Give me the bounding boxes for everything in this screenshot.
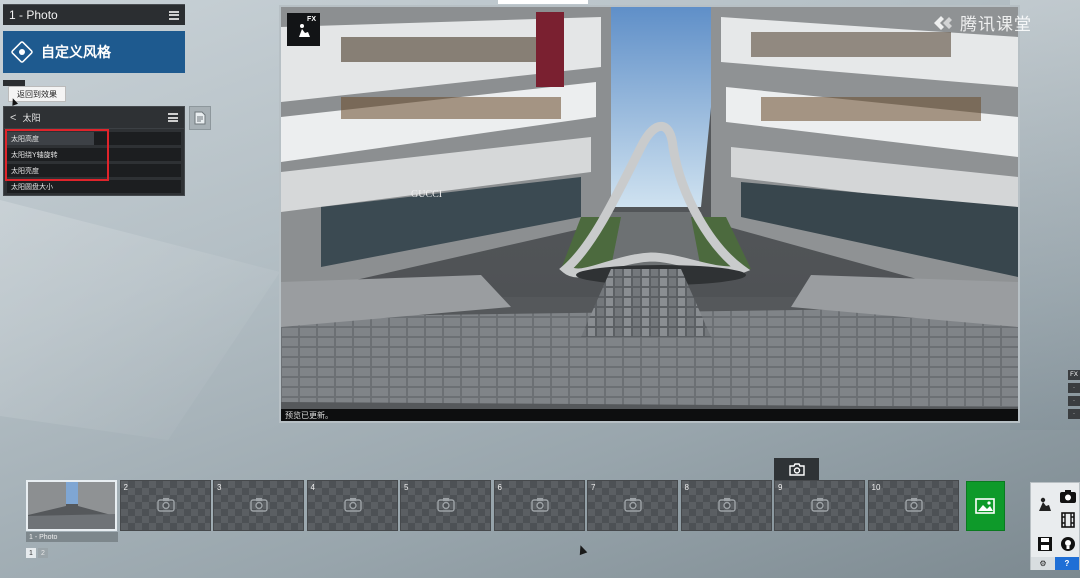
camera-placeholder-icon (811, 497, 829, 517)
gallery-button[interactable] (966, 481, 1005, 531)
settings-gear-icon[interactable]: ⚙ (1031, 557, 1055, 570)
hamburger-menu-icon[interactable] (169, 10, 179, 20)
slot-number: 10 (871, 483, 881, 492)
sun-slider-row[interactable]: 太阳圆盘大小 (7, 180, 181, 193)
sun-slider-row[interactable]: 太阳高度 (7, 132, 181, 145)
sun-slider-label: 太阳绕Y轴旋转 (11, 151, 58, 159)
filmstrip-pager: 1 2 (26, 548, 50, 558)
slot-number: 3 (217, 483, 222, 492)
photo-panel-header[interactable]: 1 - Photo (3, 4, 185, 25)
edge-button[interactable]: · (1068, 409, 1080, 419)
sun-slider-label: 太阳高度 (11, 135, 39, 143)
camera-placeholder-icon (156, 497, 175, 517)
filmstrip-slot[interactable]: 9 (774, 480, 865, 531)
sun-slider-label: 太阳圆盘大小 (11, 183, 53, 191)
filmstrip: 2 3 4 5 6 7 8 9 10 (26, 480, 961, 532)
camera-placeholder-icon (530, 497, 549, 517)
scene-render: GUCCI (281, 7, 1018, 421)
mouse-cursor-icon (576, 543, 588, 556)
photo-panel-title: 1 - Photo (9, 8, 58, 22)
tencent-classroom-watermark: 腾讯课堂 (932, 10, 1032, 35)
sun-settings-panel: < 太阳 太阳高度太阳绕Y轴旋转 太阳亮度太阳圆盘大小 (3, 106, 185, 196)
fx-effect-tool-icon[interactable] (1033, 493, 1056, 515)
camera-icon (788, 462, 805, 476)
edge-button[interactable]: FX (1068, 370, 1080, 380)
filmstrip-slot[interactable]: 3 (213, 480, 304, 531)
filmstrip-slot[interactable]: 4 (306, 480, 398, 531)
page-button[interactable]: 1 (26, 548, 36, 558)
slot-thumbnail (28, 482, 115, 529)
sun-panel-title: 太阳 (22, 113, 41, 123)
slot-number: 4 (310, 483, 315, 492)
slot-number: 2 (123, 483, 128, 492)
camera-placeholder-icon (343, 497, 362, 517)
filmstrip-slot[interactable]: 5 (400, 480, 491, 531)
sun-slider-row[interactable]: 太阳绕Y轴旋转 (7, 148, 181, 161)
top-tab-indicator[interactable] (498, 0, 588, 4)
save-tool-icon[interactable] (1033, 533, 1056, 555)
sun-panel-header: < 太阳 (4, 107, 184, 129)
tool-panel: ⚙ ? (1030, 482, 1080, 570)
slot-number: 6 (497, 483, 502, 492)
filmstrip-slot[interactable] (26, 480, 117, 531)
lightbulb-tool-icon[interactable] (1056, 533, 1079, 555)
back-chevron-icon[interactable]: < (10, 112, 16, 124)
camera-placeholder-icon (624, 497, 642, 517)
filmstrip-slot[interactable]: 8 (680, 480, 772, 531)
preview-status-text: 预览已更新。 (285, 410, 333, 420)
slot-number: 8 (684, 483, 689, 492)
page-button[interactable]: 2 (38, 548, 48, 558)
custom-style-icon (10, 40, 34, 64)
tencent-logo-icon (934, 15, 952, 30)
background-shape (1010, 0, 1080, 430)
scene-preview[interactable]: GUCCI FX 预览已更新。 (279, 5, 1020, 423)
camera-placeholder-icon (437, 497, 455, 517)
filmstrip-slot[interactable]: 10 (867, 480, 959, 531)
watermark-text: 腾讯课堂 (960, 15, 1032, 35)
svg-text:GUCCI: GUCCI (411, 189, 442, 200)
gallery-icon (974, 498, 995, 514)
filmstrip-slot[interactable]: 7 (587, 480, 678, 531)
edge-button[interactable]: · (1068, 383, 1080, 393)
camera-placeholder-icon (250, 497, 268, 517)
document-icon[interactable] (189, 106, 211, 130)
capture-camera-button[interactable] (774, 458, 819, 480)
film-tool-icon[interactable] (1056, 509, 1079, 531)
edge-button[interactable]: · (1068, 396, 1080, 406)
custom-style-button[interactable]: 自定义风格 (3, 31, 185, 73)
custom-style-label: 自定义风格 (41, 44, 111, 60)
fx-camera-icon[interactable]: FX (287, 13, 320, 46)
sun-slider-row[interactable]: 太阳亮度 (7, 164, 181, 177)
edge-button-stack: FX · · · (1068, 370, 1080, 422)
filmstrip-slot[interactable]: 2 (119, 480, 211, 531)
help-button[interactable]: ? (1055, 557, 1079, 570)
fx-badge-label: FX (307, 16, 316, 23)
camera-placeholder-icon (904, 497, 923, 517)
hamburger-menu-icon[interactable] (168, 113, 178, 122)
filmstrip-slot[interactable]: 6 (493, 480, 585, 531)
background-shape (0, 200, 280, 440)
slot-number: 7 (591, 483, 596, 492)
preview-status-bar: 预览已更新。 (281, 409, 1018, 421)
slot-number: 9 (778, 483, 783, 492)
slot-caption: 1 - Photo (26, 532, 118, 542)
slot-number: 5 (404, 483, 409, 492)
sun-slider-label: 太阳亮度 (11, 167, 39, 175)
tool-bottom-strip: ⚙ ? (1031, 557, 1079, 570)
camera-tool-icon[interactable] (1056, 485, 1079, 507)
camera-placeholder-icon (717, 497, 736, 517)
